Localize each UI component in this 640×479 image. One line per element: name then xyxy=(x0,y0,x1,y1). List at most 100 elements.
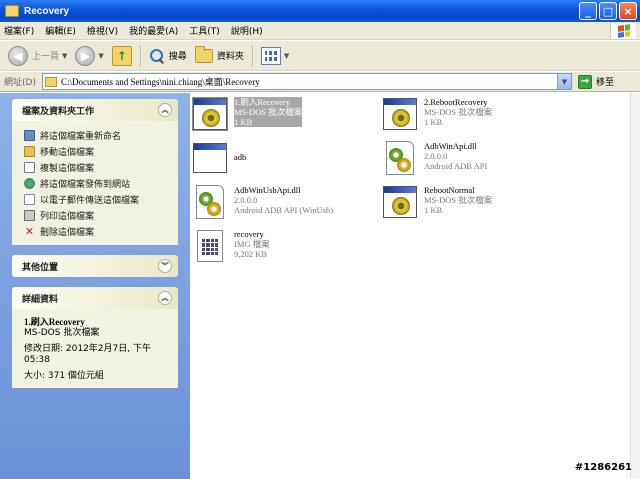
task-rename[interactable]: 將這個檔案重新命名 xyxy=(24,127,170,143)
details-size: 大小: 371 個位元組 xyxy=(24,371,104,381)
file-item[interactable]: AdbWinApi.dll 2.0.0.0 Android ADB API xyxy=(382,141,487,175)
chevron-down-icon[interactable]: ▼ xyxy=(98,52,103,60)
address-label: 網址(D) xyxy=(4,78,36,88)
menu-view[interactable]: 檢視(V) xyxy=(87,24,118,37)
file-name: 1.刷入Recovery xyxy=(234,97,290,107)
go-arrow-icon: → xyxy=(578,74,592,89)
file-item[interactable]: adb xyxy=(192,141,246,175)
chevron-up-icon[interactable]: ︽ xyxy=(158,103,172,117)
forward-arrow-icon: ▶ xyxy=(75,45,96,66)
file-item[interactable]: 2.RebootRecovery MS-DOS 批次檔案 1 KB xyxy=(382,97,492,131)
title-bar[interactable]: Recovery _ □ × xyxy=(0,0,640,22)
menu-edit[interactable]: 編輯(E) xyxy=(45,24,76,37)
task-label: 移動這個檔案 xyxy=(40,147,95,158)
back-label: 上一頁 xyxy=(32,52,60,62)
folders-button[interactable]: 資料夾 xyxy=(191,44,248,68)
file-name: RebootNormal xyxy=(424,185,475,195)
print-icon xyxy=(24,209,35,221)
maximize-button[interactable]: □ xyxy=(599,2,617,20)
file-tasks-title: 檔案及資料夾工作 xyxy=(22,106,95,117)
task-email[interactable]: 以電子郵件傳送這個檔案 xyxy=(24,191,170,207)
chevron-up-icon[interactable]: ︽ xyxy=(158,291,172,305)
chevron-down-icon[interactable]: ▼ xyxy=(557,74,571,89)
menu-favorites[interactable]: 我的最愛(A) xyxy=(129,24,178,37)
file-name: AdbWinApi.dll xyxy=(424,141,477,151)
file-type: MS-DOS 批次檔案 xyxy=(424,195,493,205)
minimize-button[interactable]: _ xyxy=(579,2,597,20)
back-arrow-icon: ◀ xyxy=(8,45,28,66)
file-item[interactable]: 1.刷入Recovery MS-DOS 批次檔案 1 KB xyxy=(192,97,303,131)
file-size: 1 KB xyxy=(424,117,443,127)
chevron-down-icon[interactable]: ▼ xyxy=(284,52,289,60)
window-controls: _ □ × xyxy=(579,2,637,20)
toolbar-divider xyxy=(139,44,141,67)
watermark-text: #1286261 xyxy=(574,462,632,473)
address-input[interactable]: C:\Documents and Settings\nini.chiang\桌面… xyxy=(42,73,572,90)
go-label: 移至 xyxy=(596,78,615,88)
file-item[interactable]: AdbWinUsbApi.dll 2.0.0.0 Android ADB API… xyxy=(192,185,333,219)
file-type: MS-DOS 批次檔案 xyxy=(234,107,303,117)
file-version: 2.0.0.0 xyxy=(424,151,448,161)
details-file-type: MS-DOS 批次檔案 xyxy=(24,328,100,338)
batch-file-icon xyxy=(382,97,418,131)
details-header[interactable]: 詳細資料 ︽ xyxy=(12,287,178,309)
menu-help[interactable]: 說明(H) xyxy=(231,24,263,37)
details-body: 1.刷入Recovery MS-DOS 批次檔案 修改日期: 2012年2月7日… xyxy=(12,309,178,388)
email-icon xyxy=(24,193,35,205)
folder-up-icon: ↑ xyxy=(111,45,132,66)
dll-file-icon xyxy=(382,141,418,175)
file-item[interactable]: recovery IMG 檔案 9,202 KB xyxy=(192,229,270,263)
file-name: AdbWinUsbApi.dll xyxy=(234,185,301,195)
back-button[interactable]: ◀ 上一頁 ▼ xyxy=(4,44,71,68)
go-button[interactable]: → 移至 xyxy=(578,74,615,89)
file-name: adb xyxy=(234,152,247,162)
up-button[interactable]: ↑ xyxy=(108,44,136,68)
task-move[interactable]: 移動這個檔案 xyxy=(24,143,170,159)
window-title: Recovery xyxy=(24,5,70,17)
file-tasks-header[interactable]: 檔案及資料夾工作 ︽ xyxy=(12,99,178,121)
task-print[interactable]: 列印這個檔案 xyxy=(24,207,170,223)
other-places-title: 其他位置 xyxy=(22,262,59,273)
task-delete[interactable]: ✕ 刪除這個檔案 xyxy=(24,223,170,239)
file-tasks-panel: 檔案及資料夾工作 ︽ 將這個檔案重新命名 移動這個檔案 複製這個檔案 將這個檔案… xyxy=(12,99,178,245)
file-item[interactable]: RebootNormal MS-DOS 批次檔案 1 KB xyxy=(382,185,492,219)
menu-file[interactable]: 檔案(F) xyxy=(4,24,34,37)
file-tasks-list: 將這個檔案重新命名 移動這個檔案 複製這個檔案 將這個檔案發佈到網站 以電子郵件… xyxy=(12,121,178,245)
task-label: 刪除這個檔案 xyxy=(40,227,95,238)
toolbar-divider xyxy=(251,44,253,67)
toolbar: ◀ 上一頁 ▼ ▶ ▼ ↑ 搜尋 資料夾 ▼ xyxy=(0,41,640,71)
search-label: 搜尋 xyxy=(168,52,187,62)
file-name: 2.RebootRecovery xyxy=(424,97,488,107)
search-button[interactable]: 搜尋 xyxy=(145,44,191,68)
other-places-header[interactable]: 其他位置 ︾ xyxy=(12,255,178,277)
img-file-icon xyxy=(192,229,228,263)
web-publish-icon xyxy=(24,177,35,189)
folder-icon xyxy=(194,45,213,63)
close-button[interactable]: × xyxy=(619,2,637,20)
chevron-down-icon[interactable]: ︾ xyxy=(158,259,172,273)
menu-tools[interactable]: 工具(T) xyxy=(189,24,220,37)
file-meta: recovery IMG 檔案 9,202 KB xyxy=(234,229,270,259)
scrollbar[interactable] xyxy=(630,93,640,479)
file-meta: AdbWinApi.dll 2.0.0.0 Android ADB API xyxy=(424,141,487,171)
task-label: 將這個檔案重新命名 xyxy=(40,131,122,142)
task-publish-web[interactable]: 將這個檔案發佈到網站 xyxy=(24,175,170,191)
file-meta: 1.刷入Recovery MS-DOS 批次檔案 1 KB xyxy=(234,97,303,127)
views-button[interactable]: ▼ xyxy=(257,44,293,68)
folders-label: 資料夾 xyxy=(216,52,244,62)
task-copy[interactable]: 複製這個檔案 xyxy=(24,159,170,175)
chevron-down-icon[interactable]: ▼ xyxy=(62,52,67,60)
move-icon xyxy=(24,145,35,157)
copy-icon xyxy=(24,161,35,173)
rename-icon xyxy=(24,129,35,141)
file-meta: 2.RebootRecovery MS-DOS 批次檔案 1 KB xyxy=(424,97,492,127)
file-name: recovery xyxy=(234,229,264,239)
views-icon xyxy=(260,46,281,65)
file-description: Android ADB API (WinUsb) xyxy=(234,205,334,215)
address-bar: 網址(D) C:\Documents and Settings\nini.chi… xyxy=(0,72,640,92)
forward-button[interactable]: ▶ ▼ xyxy=(71,44,107,68)
file-description: Android ADB API xyxy=(424,161,488,171)
dll-file-icon xyxy=(192,185,228,219)
file-meta: adb xyxy=(234,152,246,162)
batch-file-icon xyxy=(382,185,418,219)
